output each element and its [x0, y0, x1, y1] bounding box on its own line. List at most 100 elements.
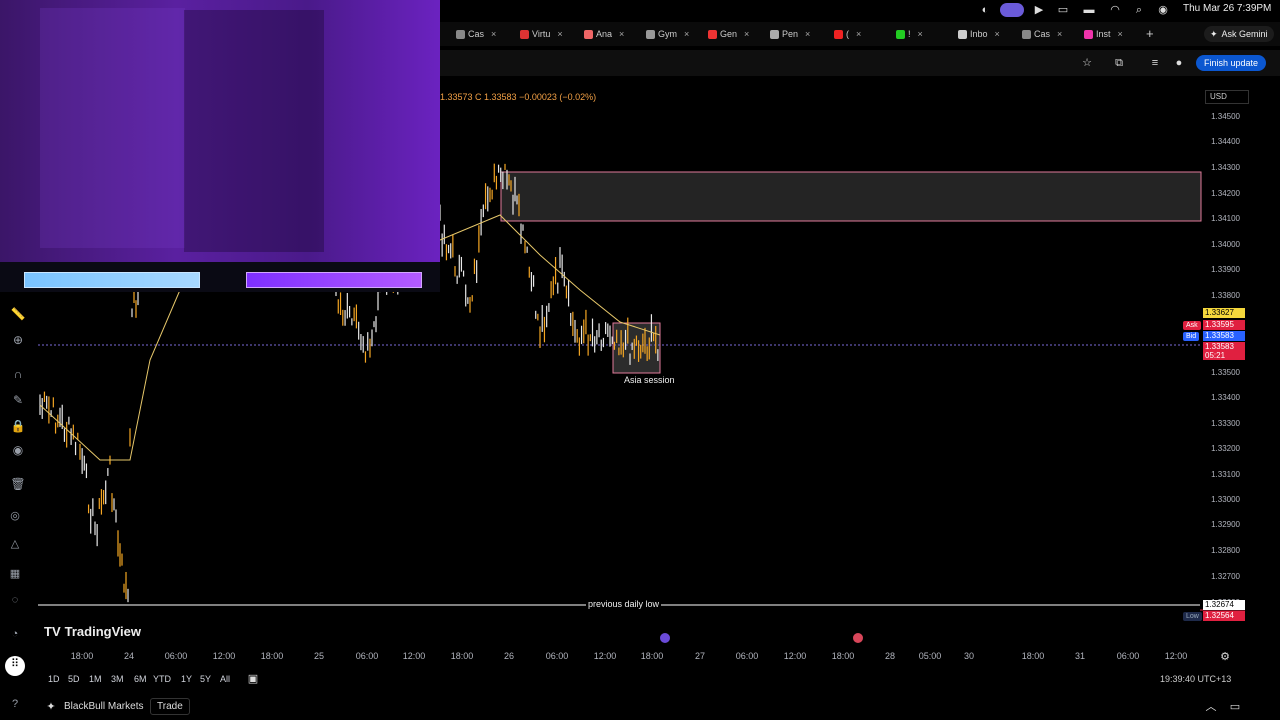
calendar-icon[interactable]: ▦ [7, 566, 23, 582]
range-button-6m[interactable]: 6M [134, 674, 147, 684]
time-tick-label: 06:00 [355, 651, 379, 661]
tab-label: Ana [596, 29, 613, 39]
eye-icon[interactable]: ◉ [10, 442, 26, 458]
tab-favicon-icon [1084, 29, 1093, 39]
browser-tab[interactable]: Gen × [708, 26, 749, 42]
tab-favicon-icon [958, 29, 967, 39]
tab-label: Inst [1096, 29, 1111, 39]
low-price-label: 1.32564 [1203, 611, 1245, 621]
price-tick-label: 1.33800 [1211, 291, 1240, 300]
ask-tag: Ask [1183, 321, 1201, 330]
range-button-3m[interactable]: 3M [111, 674, 124, 684]
target-icon[interactable]: ◎ [7, 508, 23, 524]
bid-tag: Bid [1183, 332, 1200, 341]
ruler-icon[interactable]: 📏 [10, 306, 26, 322]
range-button-5y[interactable]: 5Y [200, 674, 211, 684]
webcam-wall [40, 8, 185, 248]
price-tick-label: 1.32700 [1211, 572, 1240, 581]
tab-label: ( [846, 29, 849, 39]
apps-grid-icon[interactable]: ⠿ [5, 656, 25, 676]
browser-tab[interactable]: Cas × [1022, 26, 1062, 42]
ask-price-label: 1.33595 [1203, 320, 1245, 330]
time-axis[interactable]: 18:00 24 06:00 12:00 18:00 25 06:00 12:00 18:00 2… [38, 648, 1248, 664]
trade-button[interactable]: Trade [150, 698, 190, 715]
timezone-clock[interactable]: 19:39:40 UTC+13 [1160, 674, 1231, 684]
magnet-icon[interactable]: ∩ [10, 366, 26, 382]
time-tick-label: 18:00 [260, 651, 284, 661]
tab-favicon-icon [834, 29, 843, 39]
zoom-icon[interactable]: ⊕ [10, 332, 26, 348]
tab-favicon-icon [584, 29, 593, 39]
browser-tab[interactable]: ! × [896, 26, 923, 42]
lock-icon[interactable]: 🔒 [10, 418, 26, 434]
tab-close-icon[interactable]: × [805, 29, 810, 39]
help-bell-icon[interactable]: ◔ [7, 626, 23, 642]
range-button-1y[interactable]: 1Y [181, 674, 192, 684]
webcam-overlay [0, 0, 440, 262]
range-button-1d[interactable]: 1D [48, 674, 60, 684]
time-tick-label: 12:00 [593, 651, 617, 661]
ideas-icon[interactable]: △ [7, 536, 23, 552]
tab-close-icon[interactable]: × [856, 29, 861, 39]
bid-price-label: 1.33583 [1203, 331, 1245, 341]
countdown-label: 1.33583 05:21 [1203, 342, 1245, 360]
price-tick-label: 1.33200 [1211, 444, 1240, 453]
range-button-ytd[interactable]: YTD [153, 674, 171, 684]
maximize-icon[interactable]: ▭ [1228, 700, 1242, 714]
tab-close-icon[interactable]: × [684, 29, 689, 39]
broker-name[interactable]: BlackBull Markets [64, 701, 143, 712]
browser-tab[interactable]: Gym × [646, 26, 689, 42]
notifications-icon[interactable]: ◌ [7, 592, 23, 608]
news-icon[interactable] [853, 633, 863, 643]
supply-zone-box[interactable] [500, 171, 1202, 222]
date-range-bar: 1D 5D 1M 3M 6M YTD 1Y 5Y All [40, 670, 340, 688]
settings-gear-icon[interactable]: ⚙ [1218, 650, 1232, 664]
tab-label: Pen [782, 29, 799, 39]
time-tick-label: 06:00 [164, 651, 188, 661]
range-button-1m[interactable]: 1M [89, 674, 102, 684]
time-tick-label: 31 [1074, 651, 1086, 661]
tv-mark-icon: TV [44, 624, 61, 639]
trash-icon[interactable]: 🗑 [10, 476, 26, 492]
tv-logo-text: TradingView [64, 624, 141, 639]
browser-tab[interactable]: Cas × [456, 26, 496, 42]
tab-close-icon[interactable]: × [918, 29, 923, 39]
tab-close-icon[interactable]: × [557, 29, 562, 39]
chevron-up-icon[interactable]: ︿ [1204, 700, 1218, 714]
browser-tab[interactable]: Inbo × [958, 26, 1000, 42]
event-icon[interactable] [660, 633, 670, 643]
help-icon[interactable]: ? [7, 696, 23, 712]
browser-tab[interactable]: Pen × [770, 26, 810, 42]
browser-tab[interactable]: (× [834, 26, 861, 42]
tab-label: Cas [468, 29, 485, 39]
range-button-5d[interactable]: 5D [68, 674, 80, 684]
current-price-value: 1.33583 [1205, 342, 1234, 351]
low-price-top-label: 1.32674 [1203, 600, 1245, 610]
webcam-door [184, 10, 324, 252]
tab-close-icon[interactable]: × [619, 29, 624, 39]
browser-tab[interactable]: Virtu × [520, 26, 563, 42]
browser-tab[interactable]: Ana × [584, 26, 624, 42]
time-tick-label: 06:00 [735, 651, 759, 661]
price-tick-label: 1.32900 [1211, 520, 1240, 529]
price-tick-label: 1.34100 [1211, 214, 1240, 223]
tab-close-icon[interactable]: × [491, 29, 496, 39]
price-tick-label: 1.34400 [1211, 137, 1240, 146]
time-tick-label: 30 [963, 651, 975, 661]
tab-close-icon[interactable]: × [995, 29, 1000, 39]
tab-close-icon[interactable]: × [744, 29, 749, 39]
range-button-all[interactable]: All [220, 674, 230, 684]
time-tick-label: 25 [313, 651, 325, 661]
asia-session-box[interactable] [612, 322, 661, 374]
tab-favicon-icon [770, 29, 779, 39]
time-tick-label: 18:00 [831, 651, 855, 661]
time-tick-label: 27 [694, 651, 706, 661]
browser-tab[interactable]: Inst × [1084, 26, 1123, 42]
tab-close-icon[interactable]: × [1118, 29, 1123, 39]
webcam-bar-right [246, 272, 422, 288]
tab-label: Inbo [970, 29, 988, 39]
pencil-lock-icon[interactable]: ✎ [10, 392, 26, 408]
date-range-icon[interactable]: ▣ [246, 672, 260, 686]
tab-close-icon[interactable]: × [1057, 29, 1062, 39]
tab-favicon-icon [456, 29, 465, 39]
